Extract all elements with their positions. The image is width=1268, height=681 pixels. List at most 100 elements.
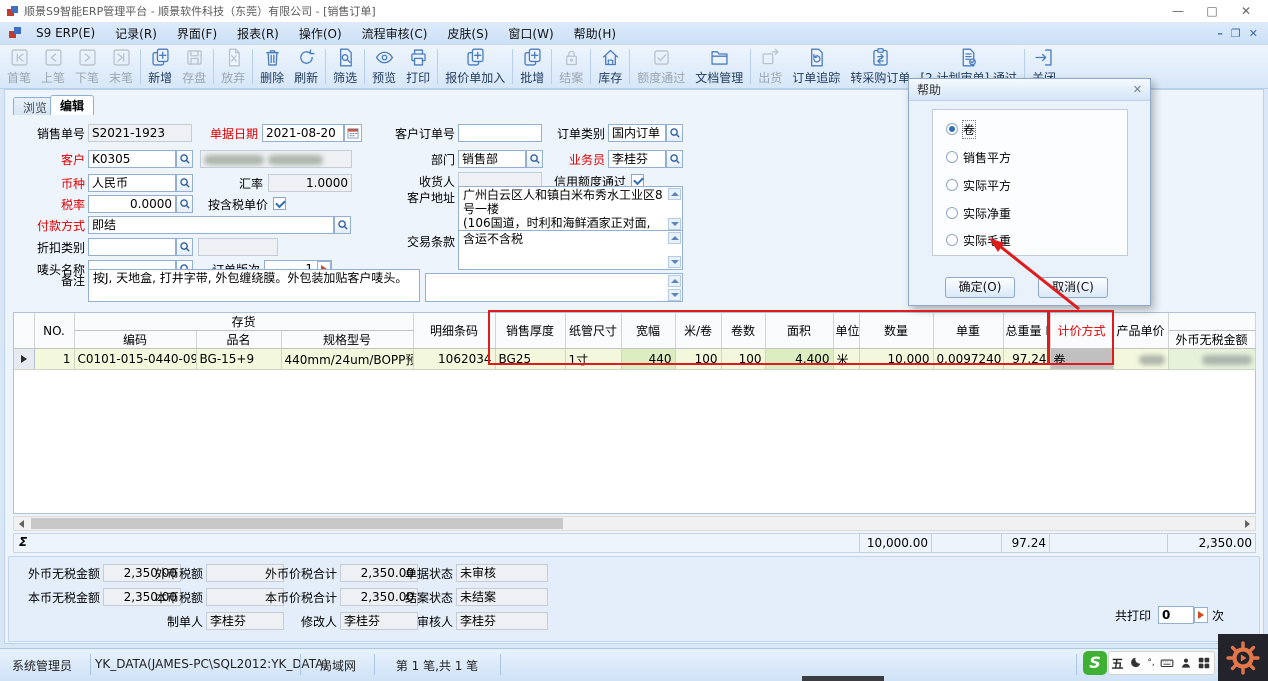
col-unit-weight-header[interactable]: 单重 [933,313,1003,349]
radio-option-actual-net-weight[interactable]: 实际净重 [946,206,1011,220]
salesman-lookup-icon[interactable] [666,150,683,168]
col-roll-count-header[interactable]: 卷数 [721,313,765,349]
extra-notes-scroll-down-icon[interactable] [668,289,681,301]
radio-option-actual-gross-weight[interactable]: 实际毛重 [946,233,1011,247]
col-unit-price-header[interactable]: 产品单价 [1113,313,1168,349]
payment-lookup-icon[interactable] [334,216,351,234]
doc-manage-button[interactable]: 文档管理 [690,46,748,87]
scroll-right-icon[interactable] [1240,517,1255,530]
extra-notes-scroll-up-icon[interactable] [668,275,681,287]
customer-lookup-icon[interactable] [176,150,193,168]
col-code-header[interactable]: 编码 [74,331,196,349]
col-width-header[interactable]: 宽幅 [621,313,675,349]
order-type-field[interactable]: 国内订单 [608,124,666,142]
grid-horizontal-scrollbar[interactable] [13,516,1256,531]
help-dialog-titlebar[interactable]: 帮助 ✕ [909,79,1150,101]
address-scroll-up-icon[interactable] [668,188,681,200]
menu-interface[interactable]: 界面(F) [167,23,227,44]
order-type-lookup-icon[interactable] [666,124,683,142]
col-tube-size-header[interactable]: 纸管尺寸 [565,313,621,349]
menu-report[interactable]: 报表(R) [227,23,289,44]
batch-add-button[interactable]: 批增 [515,46,549,87]
col-no-header[interactable]: NO. [34,313,74,349]
keyboard-icon[interactable] [1160,656,1174,670]
cell-pricing-mode[interactable]: 卷 [1050,349,1113,370]
trade-terms-field[interactable]: 含运不含税 [458,230,683,270]
col-qty-header[interactable]: 数量 [859,313,933,349]
col-spec-header[interactable]: 规格型号 [281,331,413,349]
customer-field[interactable]: K0305 [88,150,176,168]
menu-help[interactable]: 帮助(H) [564,23,626,44]
menu-s9erp[interactable]: S9 ERP(E) [26,24,105,42]
filter-button[interactable]: 筛选 [328,46,362,87]
customer-address-field[interactable]: 广州白云区人和镇白米布秀水工业区8号一楼 (106国道，时利和海鲜酒家正对面, … [458,186,683,232]
address-scroll-down-icon[interactable] [668,218,681,230]
doc-date-field[interactable]: 2021-08-20 [262,124,344,142]
tax-rate-lookup-icon[interactable] [176,195,193,213]
currency-field[interactable]: 人民币 [88,174,176,192]
inventory-button[interactable]: 库存 [593,46,627,87]
extra-notes-field[interactable] [425,273,683,302]
menu-operation[interactable]: 操作(O) [289,23,352,44]
col-name-header[interactable]: 品名 [196,331,281,349]
col-area-header[interactable]: 面积 [765,313,833,349]
payment-field[interactable]: 即结 [88,216,334,234]
mdi-close-icon[interactable]: ✕ [1249,27,1258,40]
minimize-icon[interactable]: — [1162,2,1194,20]
sogou-ime-icon[interactable]: S [1083,651,1107,675]
to-purchase-order-button[interactable]: 转采购订单 [845,46,915,87]
col-unit-header[interactable]: 单位 [833,313,859,349]
close-icon[interactable]: ✕ [1230,2,1262,20]
print-button[interactable]: 打印 [401,46,435,87]
ok-button[interactable]: 确定(O) [945,277,1015,298]
ime-mode-toggle[interactable]: 五 [1111,655,1123,672]
radio-option-roll[interactable]: 卷 [946,122,975,136]
delete-button[interactable]: 删除 [255,46,289,87]
radio-option-sales-sqm[interactable]: 销售平方 [946,150,1011,164]
radio-option-actual-sqm[interactable]: 实际平方 [946,178,1011,192]
table-row[interactable]: 1 C0101-015-0440-09 BG-15+9 440mm/24um/B… [14,349,1255,370]
department-field[interactable]: 销售部 [458,150,526,168]
trade-terms-scroll-up-icon[interactable] [668,232,681,244]
salesman-field[interactable]: 李桂芬 [608,150,666,168]
menu-skin[interactable]: 皮肤(S) [437,23,498,44]
discount-type-field[interactable] [88,238,176,256]
scroll-left-icon[interactable] [14,517,29,530]
sales-no-field[interactable]: S2021-1923 [88,124,192,142]
col-pricing-mode-header[interactable]: 计价方式 [1050,313,1113,349]
tab-edit[interactable]: 编辑 [50,95,94,115]
remark-field[interactable]: 按J, 天地盒, 打井字带, 外包缠绕膜。外包装加贴客户唛头。 [88,269,420,302]
trade-terms-scroll-down-icon[interactable] [668,256,681,268]
moon-icon[interactable] [1128,656,1142,670]
col-meters-per-roll-header[interactable]: 米/卷 [675,313,721,349]
person-icon[interactable] [1179,656,1193,670]
mdi-restore-icon[interactable]: ❐ [1231,27,1241,40]
preview-button[interactable]: 预览 [367,46,401,87]
calendar-icon[interactable] [344,124,362,142]
customer-po-field[interactable] [458,124,542,142]
scrollbar-thumb[interactable] [31,518,563,529]
currency-lookup-icon[interactable] [176,174,193,192]
print-count-field[interactable]: 0 [1158,606,1194,624]
col-fc-amount-header[interactable]: 外币无税金额 [1168,331,1255,349]
order-track-button[interactable]: 订单追踪 [787,46,845,87]
cancel-button[interactable]: 取消(C) [1038,277,1108,298]
col-thickness-header[interactable]: 销售厚度 [495,313,565,349]
department-lookup-icon[interactable] [526,150,543,168]
quote-add-button[interactable]: 报价单加入 [440,46,510,87]
refresh-button[interactable]: 刷新 [289,46,323,87]
col-barcode-header[interactable]: 明细条码 [413,313,495,349]
help-dialog-close-icon[interactable]: ✕ [1133,83,1142,96]
menu-window[interactable]: 窗口(W) [498,23,563,44]
maximize-icon[interactable]: □ [1196,2,1228,20]
menu-workflow[interactable]: 流程审核(C) [352,23,438,44]
toolbox-grid-icon[interactable] [1197,656,1211,670]
app-tray-logo[interactable] [1218,634,1268,681]
tax-rate-field[interactable]: 0.0000 [88,195,176,213]
menu-record[interactable]: 记录(R) [105,23,167,44]
tax-included-checkbox[interactable] [273,197,286,210]
col-total-weight-header[interactable]: 总重量 KG [1003,313,1050,349]
print-count-spinner-icon[interactable] [1194,607,1208,623]
add-button[interactable]: 新增 [143,46,177,87]
discount-type-lookup-icon[interactable] [176,238,193,256]
